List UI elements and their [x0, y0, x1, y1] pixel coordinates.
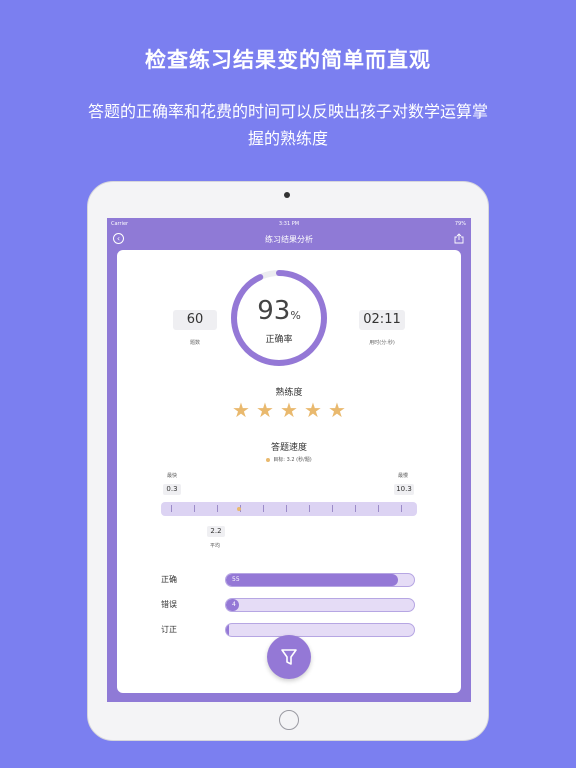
- speed-tick: [378, 505, 379, 512]
- promo-headline: 检查练习结果变的简单而直观: [145, 48, 431, 72]
- time-used-value: 02:11: [363, 312, 401, 327]
- speed-tick: [171, 505, 172, 512]
- accuracy-label: 正确率: [265, 335, 293, 345]
- average-value: 2.2: [207, 526, 225, 537]
- question-count-label: 题数: [189, 340, 200, 346]
- home-button[interactable]: [279, 710, 299, 730]
- ipad-frame: Carrier 3:31 PM 79% ‹ 练习结果分析 60 题数 93% 正…: [87, 181, 489, 741]
- goal-dot-icon: [266, 457, 271, 462]
- clock: 3:31 PM: [278, 221, 300, 227]
- speed-bar: [161, 502, 417, 516]
- speed-tick: [401, 505, 402, 512]
- page-title: 练习结果分析: [265, 235, 313, 244]
- fastest-label: 最快: [167, 473, 178, 479]
- result-label: 正确: [161, 575, 177, 584]
- speed-tick: [286, 505, 287, 512]
- time-used-label: 用时(分:秒): [369, 340, 395, 346]
- speed-goal-text: 目标: 3.2 (秒/题): [273, 457, 312, 463]
- speed-tick: [194, 505, 195, 512]
- result-bar-fill: [226, 624, 229, 636]
- speed-goal: 目标: 3.2 (秒/题): [117, 456, 461, 463]
- star-icon: ★: [232, 398, 250, 422]
- battery-label: 79%: [454, 221, 466, 227]
- status-bar: Carrier 3:31 PM 79%: [107, 218, 471, 230]
- average-marker: [237, 507, 241, 511]
- speed-tick: [332, 505, 333, 512]
- result-bar-fill: [226, 574, 399, 586]
- slowest-value: 10.3: [394, 484, 414, 495]
- result-card: 60 题数 93% 正确率 02:11 用时(分:秒) 熟练度 ★ ★ ★ ★ …: [117, 250, 461, 693]
- result-bar-correct: 55: [225, 573, 415, 587]
- proficiency-title: 熟练度: [275, 388, 303, 398]
- average-label: 平均: [210, 543, 221, 549]
- filter-button[interactable]: [267, 635, 311, 679]
- result-label: 订正: [161, 625, 177, 634]
- accuracy-number: 93: [257, 296, 291, 326]
- result-value: 4: [232, 601, 236, 608]
- accuracy-value: 93%: [229, 296, 329, 326]
- proficiency-stars: ★ ★ ★ ★ ★: [231, 400, 347, 420]
- speed-tick: [309, 505, 310, 512]
- app-screen: Carrier 3:31 PM 79% ‹ 练习结果分析 60 题数 93% 正…: [107, 218, 471, 702]
- accuracy-unit: %: [290, 309, 301, 322]
- result-bar-wrong: 4: [225, 598, 415, 612]
- nav-bar: ‹ 练习结果分析: [107, 230, 471, 248]
- slowest-label: 最慢: [398, 473, 409, 479]
- camera-icon: [284, 192, 290, 198]
- star-icon: ★: [256, 398, 274, 422]
- speed-tick: [355, 505, 356, 512]
- promo-subline: 答题的正确率和花费的时间可以反映出孩子对数学运算掌握的熟练度: [88, 102, 489, 148]
- filter-icon: [281, 649, 297, 665]
- star-icon: ★: [328, 398, 346, 422]
- speed-title: 答题速度: [270, 443, 307, 453]
- speed-tick: [217, 505, 218, 512]
- result-label: 错误: [161, 600, 177, 609]
- star-icon: ★: [280, 398, 298, 422]
- fastest-value: 0.3: [163, 484, 181, 495]
- speed-tick: [263, 505, 264, 512]
- question-count-value: 60: [186, 312, 204, 327]
- share-icon[interactable]: [454, 233, 464, 244]
- result-bar-corrected: [225, 623, 415, 637]
- star-icon: ★: [304, 398, 322, 422]
- time-used-box: 02:11: [359, 310, 405, 330]
- result-value: 55: [232, 576, 240, 583]
- question-count-box: 60: [173, 310, 217, 330]
